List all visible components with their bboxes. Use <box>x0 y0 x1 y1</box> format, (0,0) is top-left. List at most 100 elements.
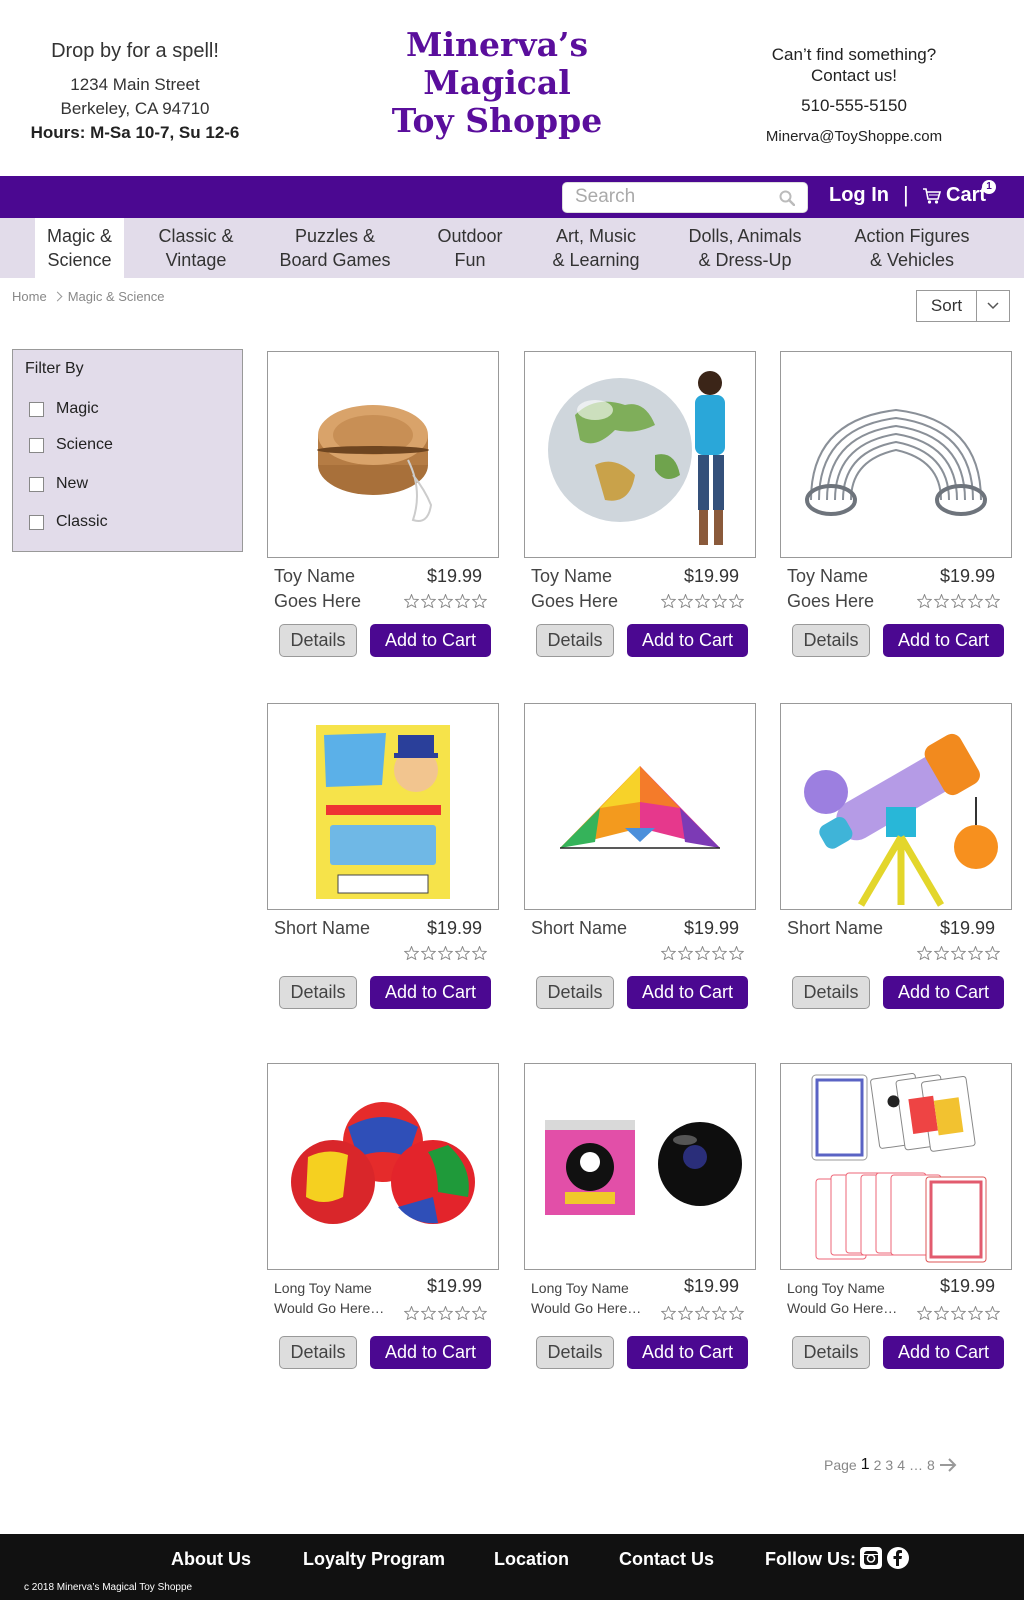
page-label: Page <box>824 1457 857 1473</box>
category-nav: Magic & Science Classic & Vintage Puzzle… <box>0 218 1024 278</box>
category-dolls-animals-dressup[interactable]: Dolls, Animals & Dress-Up <box>680 218 810 278</box>
star-icon <box>454 1305 472 1321</box>
product-name[interactable]: Long Toy Name <box>531 1278 629 1298</box>
filter-new[interactable]: New <box>29 475 88 493</box>
star-icon <box>728 945 746 961</box>
category-classic-vintage[interactable]: Classic & Vintage <box>148 218 244 278</box>
chevron-down-icon[interactable] <box>977 291 1009 321</box>
page-4[interactable]: 4 <box>897 1457 905 1473</box>
sort-dropdown[interactable]: Sort <box>916 290 1010 322</box>
add-to-cart-button[interactable]: Add to Cart <box>370 1336 491 1369</box>
filter-science[interactable]: Science <box>29 436 113 454</box>
search-input[interactable] <box>575 183 775 211</box>
page-1[interactable]: 1 <box>861 1456 870 1474</box>
facebook-icon[interactable] <box>887 1547 909 1569</box>
arrow-right-icon[interactable] <box>939 1458 957 1472</box>
category-label: Art, Music <box>555 226 636 246</box>
star-icon <box>403 1305 421 1321</box>
breadcrumb-current[interactable]: Magic & Science <box>68 289 165 304</box>
add-to-cart-button[interactable]: Add to Cart <box>627 976 748 1009</box>
login-link[interactable]: Log In <box>829 184 889 207</box>
product-name[interactable]: Toy Name <box>531 564 612 589</box>
star-icon <box>711 593 729 609</box>
category-art-music-learning[interactable]: Art, Music & Learning <box>537 218 655 278</box>
details-button[interactable]: Details <box>536 1336 614 1369</box>
search-box[interactable] <box>562 182 808 213</box>
product-image-toy-telescope[interactable] <box>780 703 1012 910</box>
filter-checkbox[interactable] <box>29 437 44 453</box>
product-name-line2[interactable]: Goes Here <box>787 589 874 614</box>
product-name-line2[interactable]: Would Go Here… <box>787 1298 897 1318</box>
product-image-magic-8-ball[interactable] <box>524 1063 756 1270</box>
site-footer: About Us Loyalty Program Location Contac… <box>0 1534 1024 1600</box>
details-button[interactable]: Details <box>536 624 614 657</box>
filter-label: Magic <box>56 400 99 417</box>
details-button[interactable]: Details <box>792 1336 870 1369</box>
category-puzzles-board-games[interactable]: Puzzles & Board Games <box>270 218 400 278</box>
contact-prompt-2[interactable]: Contact us! <box>740 65 968 86</box>
product-name-line2[interactable]: Would Go Here… <box>274 1298 384 1318</box>
page-3[interactable]: 3 <box>885 1457 893 1473</box>
filter-label: Classic <box>56 513 108 530</box>
star-icon <box>984 593 1002 609</box>
page-8[interactable]: 8 <box>927 1457 935 1473</box>
email-address[interactable]: Minerva@ToyShoppe.com <box>740 128 968 145</box>
footer-link-location[interactable]: Location <box>494 1549 569 1570</box>
footer-link-contact[interactable]: Contact Us <box>619 1549 714 1570</box>
breadcrumb-home[interactable]: Home <box>12 289 47 304</box>
product-image-yo-yo[interactable] <box>267 351 499 558</box>
phone-number[interactable]: 510-555-5150 <box>740 96 968 116</box>
add-to-cart-button[interactable]: Add to Cart <box>370 976 491 1009</box>
filter-classic[interactable]: Classic <box>29 513 108 531</box>
product-name[interactable]: Short Name <box>274 916 370 941</box>
add-to-cart-button[interactable]: Add to Cart <box>627 624 748 657</box>
cart-link[interactable]: Cart <box>922 184 986 207</box>
star-icon <box>471 593 489 609</box>
product-image-juggling-balls[interactable] <box>267 1063 499 1270</box>
address-line-1: 1234 Main Street <box>70 75 200 94</box>
logo-line-1: Minerva’s <box>405 25 589 64</box>
category-magic-science[interactable]: Magic & Science <box>35 218 124 278</box>
product-name-line2[interactable]: Goes Here <box>531 589 618 614</box>
product-name[interactable]: Toy Name <box>274 564 355 589</box>
filter-checkbox[interactable] <box>29 476 44 492</box>
product-name[interactable]: Short Name <box>531 916 627 941</box>
filter-label: New <box>56 475 89 492</box>
add-to-cart-button[interactable]: Add to Cart <box>370 624 491 657</box>
details-button[interactable]: Details <box>536 976 614 1009</box>
category-action-figures-vehicles[interactable]: Action Figures & Vehicles <box>842 218 982 278</box>
add-to-cart-button[interactable]: Add to Cart <box>883 624 1004 657</box>
product-image-kite[interactable] <box>524 703 756 910</box>
product-name-line2[interactable]: Would Go Here… <box>531 1298 641 1318</box>
star-icon <box>933 593 951 609</box>
filter-checkbox[interactable] <box>29 401 44 417</box>
product-name[interactable]: Toy Name <box>787 564 868 589</box>
filter-magic[interactable]: Magic <box>29 400 99 418</box>
details-button[interactable]: Details <box>279 976 357 1009</box>
add-to-cart-button[interactable]: Add to Cart <box>883 1336 1004 1369</box>
footer-link-about[interactable]: About Us <box>171 1549 251 1570</box>
product-image-inflatable-globe[interactable] <box>524 351 756 558</box>
category-outdoor-fun[interactable]: Outdoor Fun <box>425 218 515 278</box>
add-to-cart-button[interactable]: Add to Cart <box>627 1336 748 1369</box>
add-to-cart-button[interactable]: Add to Cart <box>883 976 1004 1009</box>
details-button[interactable]: Details <box>792 624 870 657</box>
search-icon[interactable] <box>779 190 795 206</box>
details-button[interactable]: Details <box>279 624 357 657</box>
footer-link-loyalty[interactable]: Loyalty Program <box>303 1549 445 1570</box>
cart-count-badge: 1 <box>982 180 996 194</box>
product-name[interactable]: Long Toy Name <box>274 1278 372 1298</box>
product-image-playing-cards[interactable] <box>780 1063 1012 1270</box>
instagram-icon[interactable] <box>860 1547 882 1569</box>
details-button[interactable]: Details <box>279 1336 357 1369</box>
page-2[interactable]: 2 <box>874 1457 882 1473</box>
filter-checkbox[interactable] <box>29 514 44 530</box>
product-name[interactable]: Long Toy Name <box>787 1278 885 1298</box>
product-image-slinky[interactable] <box>780 351 1012 558</box>
details-button[interactable]: Details <box>792 976 870 1009</box>
product-image-party-magic-tricks[interactable] <box>267 703 499 910</box>
category-label: Fun <box>454 250 486 270</box>
store-logo[interactable]: Minerva’s Magical Toy Shoppe <box>372 26 622 140</box>
product-name-line2[interactable]: Goes Here <box>274 589 361 614</box>
product-name[interactable]: Short Name <box>787 916 883 941</box>
